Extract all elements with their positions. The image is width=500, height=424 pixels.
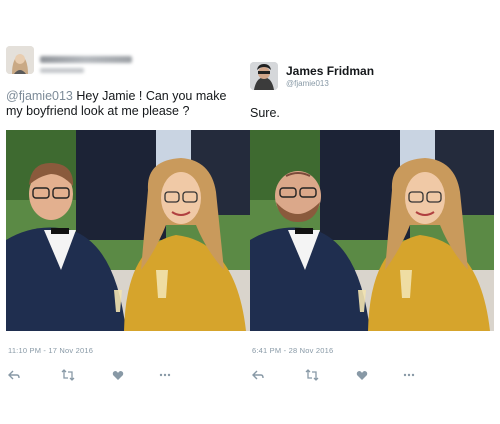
user-avatar[interactable] [6, 46, 34, 74]
original-photo[interactable] [6, 130, 250, 331]
reply-tweet: James Fridman @fjamie013 Sure. 6:41 PM -… [250, 0, 500, 424]
display-name[interactable]: James Fridman [286, 64, 374, 78]
tweet-timestamp[interactable]: 6:41 PM - 28 Nov 2016 [252, 346, 333, 355]
more-icon[interactable] [402, 368, 416, 380]
mention-link[interactable]: @fjamie013 [6, 89, 73, 103]
more-icon[interactable] [158, 368, 172, 380]
user-avatar[interactable] [250, 62, 278, 90]
retweet-icon[interactable] [61, 368, 75, 381]
original-tweet: @fjamie013 Hey Jamie ! Can you make my b… [0, 0, 250, 424]
tweet-actions [252, 368, 452, 381]
like-icon[interactable] [112, 368, 126, 380]
retweet-icon[interactable] [305, 368, 319, 381]
tweet-actions [8, 368, 208, 381]
tweet-text: @fjamie013 Hey Jamie ! Can you make my b… [6, 89, 246, 119]
edited-photo[interactable] [250, 130, 494, 331]
tweet-text: Sure. [250, 106, 280, 120]
tweet-timestamp[interactable]: 11:10 PM - 17 Nov 2016 [8, 346, 93, 355]
redacted-handle [40, 68, 84, 73]
user-handle[interactable]: @fjamie013 [286, 79, 329, 88]
like-icon[interactable] [356, 368, 370, 380]
reply-icon[interactable] [252, 368, 266, 380]
redacted-display-name [40, 56, 132, 63]
reply-icon[interactable] [8, 368, 22, 380]
